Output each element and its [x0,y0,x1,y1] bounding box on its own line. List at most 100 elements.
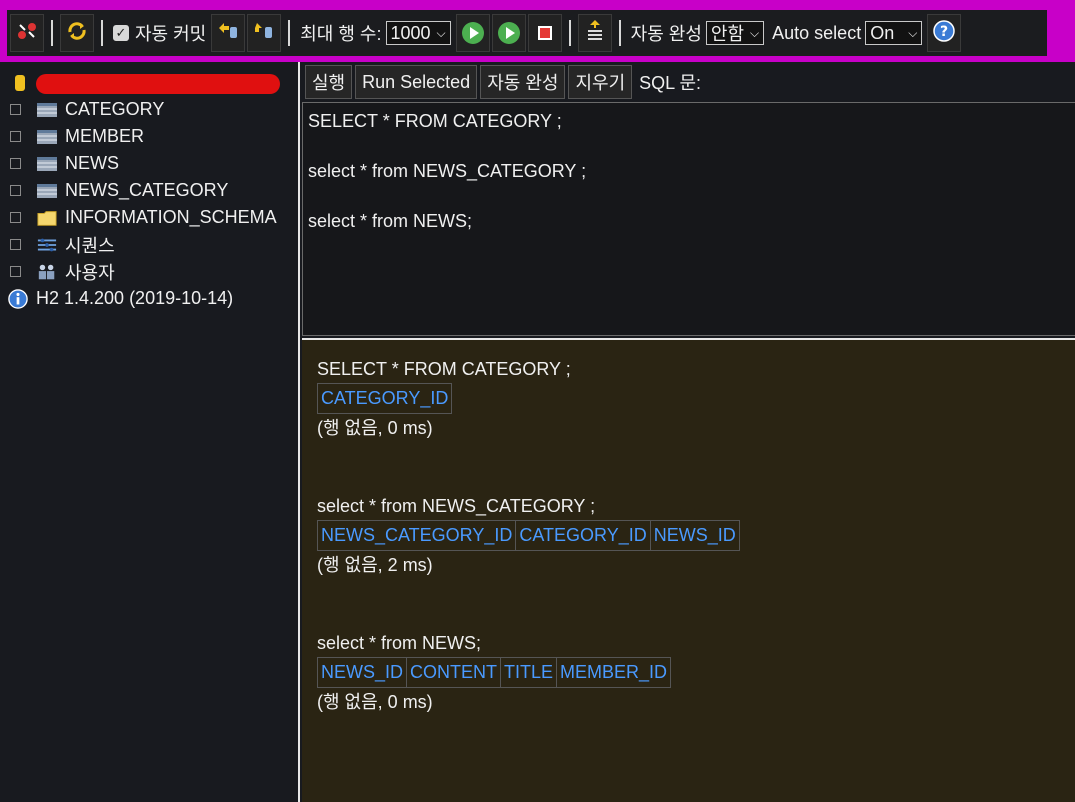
stop-button[interactable] [527,14,562,52]
autocommit-checkbox[interactable]: ✓ [113,25,129,41]
autoselect-value: On [870,22,895,43]
expand-toggle[interactable] [10,158,21,169]
table-icon [37,102,57,118]
sql-line: select * from NEWS; [308,211,473,231]
version-label: H2 1.4.200 (2019-10-14) [36,288,234,308]
commit-icon [253,21,275,46]
commit-button[interactable] [247,14,282,52]
tree-item-category[interactable]: CATEGORY [0,96,298,123]
expand-toggle[interactable] [10,239,21,250]
maxrows-value: 1000 [390,22,431,43]
maxrows-select[interactable]: 1000 ⌵ [385,21,451,45]
toolbar-inner: ✓ 자동 커밋 최대 행 수: 1000 ⌵ 자동 완성 안함 ⌵ Auto s… [7,10,1047,56]
table-icon [37,183,57,199]
tree-item-label: NEWS [65,153,119,173]
folder-icon [37,210,57,226]
column-header[interactable]: NEWS_CATEGORY_ID [316,520,517,551]
database-root[interactable] [0,70,298,96]
expand-toggle[interactable] [10,131,21,142]
column-header[interactable]: NEWS_ID [649,520,740,551]
expand-toggle[interactable] [10,104,21,115]
sequence-icon [37,237,57,253]
column-header[interactable]: NEWS_ID [316,657,408,688]
tree-item-member[interactable]: MEMBER [0,123,298,150]
toolbar-separator [51,20,53,46]
run-selected-query-button[interactable]: Run Selected [355,65,478,99]
svg-text:?: ? [940,24,948,40]
column-header[interactable]: TITLE [500,657,558,688]
result-status: (행 없음, 0 ms) [317,692,433,712]
history-button[interactable] [577,14,612,52]
expand-toggle[interactable] [10,212,21,223]
toolbar-separator [618,20,621,46]
sql-line [308,134,1070,159]
tree-item-label: 사용자 [65,262,115,283]
run-selected-button[interactable] [491,14,526,52]
sql-statement-label: SQL 문: [639,73,702,93]
result-table: CATEGORY_ID [316,383,453,414]
database-icon [10,75,30,91]
column-header[interactable]: CATEGORY_ID [316,383,453,414]
result-status: (행 없음, 0 ms) [317,418,433,438]
autocomplete-value: 안함 [710,24,745,44]
column-header[interactable]: CONTENT [406,657,502,688]
clear-button[interactable]: 지우기 [568,65,633,99]
sql-editor[interactable]: SELECT * FROM CATEGORY ; select * from N… [302,102,1075,336]
run-icon [461,22,484,44]
tree-item-label: MEMBER [65,126,145,146]
history-icon [585,19,605,48]
autocomplete-label: 자동 완성 [630,24,702,44]
tree-item-news[interactable]: NEWS [0,150,298,177]
version-info: H2 1.4.200 (2019-10-14) [0,285,298,312]
rollback-button[interactable] [211,14,246,52]
help-button[interactable]: ? [927,14,962,52]
toolbar: ✓ 자동 커밋 최대 행 수: 1000 ⌵ 자동 완성 안함 ⌵ Auto s… [0,0,1075,62]
query-panel: 실행 Run Selected 자동 완성 지우기 SQL 문: SELECT … [302,62,1075,802]
toolbar-separator [101,20,103,46]
column-header[interactable]: CATEGORY_ID [515,520,651,551]
run-button[interactable] [455,14,490,52]
rollback-icon [217,21,239,46]
expand-toggle[interactable] [10,185,21,196]
query-button-bar: 실행 Run Selected 자동 완성 지우기 SQL 문: [302,62,1075,102]
autocommit-label: 자동 커밋 [135,24,207,44]
auto-complete-button[interactable]: 자동 완성 [480,65,566,99]
result-table: NEWS_CATEGORY_ID CATEGORY_ID NEWS_ID [316,520,740,551]
chevron-down-icon: ⌵ [908,25,918,40]
autoselect-label: Auto select [772,22,862,43]
tree-item-sequences[interactable]: 시퀀스 [0,231,298,258]
tree-item-label: NEWS_CATEGORY [65,180,229,200]
run-selected-icon [497,22,520,44]
disconnect-button[interactable] [10,14,44,52]
stop-icon [537,26,552,40]
tree-item-users[interactable]: 사용자 [0,258,298,285]
info-icon [8,288,28,309]
tree-item-label: CATEGORY [65,99,165,119]
autocomplete-select[interactable]: 안함 ⌵ [705,21,765,45]
table-icon [37,156,57,172]
tree-item-news-category[interactable]: NEWS_CATEGORY [0,177,298,204]
refresh-button[interactable] [60,14,94,52]
help-icon: ? [933,19,956,47]
sql-line: select * from NEWS_CATEGORY ; [308,161,587,181]
run-query-button[interactable]: 실행 [305,65,353,99]
expand-toggle[interactable] [10,266,21,277]
users-icon [37,264,57,280]
tree-item-label: 시퀀스 [65,235,115,256]
disconnect-icon [16,21,38,46]
redaction-mark [36,74,280,94]
result-sql: select * from NEWS_CATEGORY ; [317,496,596,516]
result-status: (행 없음, 2 ms) [317,555,433,575]
tree-item-label: INFORMATION_SCHEMA [65,207,277,227]
autoselect-select[interactable]: On ⌵ [865,21,923,45]
column-header[interactable]: MEMBER_ID [556,657,672,688]
tree-item-information-schema[interactable]: INFORMATION_SCHEMA [0,204,298,231]
sql-line: SELECT * FROM CATEGORY ; [308,111,562,131]
result-sql: select * from NEWS; [317,633,482,653]
result-table: NEWS_ID CONTENT TITLE MEMBER_ID [316,657,672,688]
result-block: SELECT * FROM CATEGORY ; CATEGORY_ID (행 … [316,356,1075,442]
refresh-icon [66,20,88,47]
result-sql: SELECT * FROM CATEGORY ; [317,359,571,379]
chevron-down-icon: ⌵ [436,25,446,40]
toolbar-separator [568,20,571,46]
